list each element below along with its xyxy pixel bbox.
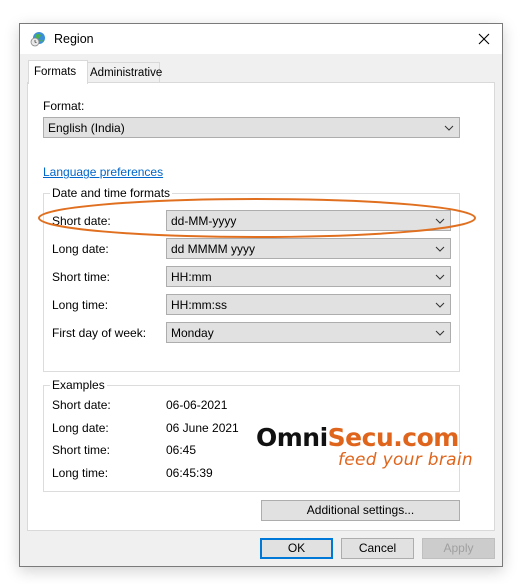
long-date-value: dd MMMM yyyy [171,242,255,256]
examples-title: Examples [50,378,107,392]
language-preferences-link[interactable]: Language preferences [43,165,163,179]
short-date-value: dd-MM-yyyy [171,214,237,228]
cancel-button[interactable]: Cancel [341,538,414,559]
short-date-label: Short date: [52,214,111,228]
first-day-of-week-value: Monday [171,326,214,340]
ok-button[interactable]: OK [260,538,333,559]
long-date-dropdown[interactable]: dd MMMM yyyy [166,238,451,259]
example-long-date-value: 06 June 2021 [166,421,239,435]
example-short-date-value: 06-06-2021 [166,398,228,412]
date-time-formats-title: Date and time formats [50,186,173,200]
long-time-dropdown[interactable]: HH:mm:ss [166,294,451,315]
chevron-down-icon [435,274,445,280]
chevron-down-icon [435,302,445,308]
example-long-time-value: 06:45:39 [166,466,213,480]
short-time-label: Short time: [52,270,111,284]
additional-settings-button[interactable]: Additional settings... [261,500,460,521]
long-time-value: HH:mm:ss [171,298,227,312]
chevron-down-icon [435,246,445,252]
date-time-formats-group: Date and time formats Short date: dd-MM-… [43,186,460,372]
apply-button[interactable]: Apply [422,538,495,559]
region-dialog: Region Formats Administrative Format: En… [19,23,503,567]
example-short-time-label: Short time: [52,443,111,457]
window-title: Region [54,32,94,46]
title-bar: Region [20,24,502,54]
close-icon [478,33,490,45]
example-short-date-label: Short date: [52,398,111,412]
long-date-label: Long date: [52,242,109,256]
format-value: English (India) [48,121,125,135]
short-time-dropdown[interactable]: HH:mm [166,266,451,287]
tab-formats[interactable]: Formats [28,60,88,84]
formats-panel: Format: English (India) Language prefere… [27,82,495,531]
examples-group: Examples Short date: 06-06-2021 Long dat… [43,378,460,492]
long-time-label: Long time: [52,298,109,312]
chevron-down-icon [444,125,454,131]
first-day-of-week-label: First day of week: [52,326,147,340]
globe-clock-icon [30,32,45,47]
example-long-time-label: Long time: [52,466,109,480]
example-short-time-value: 06:45 [166,443,197,457]
short-time-value: HH:mm [171,270,212,284]
tab-administrative[interactable]: Administrative [84,62,162,83]
chevron-down-icon [435,330,445,336]
format-dropdown[interactable]: English (India) [43,117,460,138]
format-label: Format: [43,99,85,113]
short-date-dropdown[interactable]: dd-MM-yyyy [166,210,451,231]
close-button[interactable] [466,24,502,54]
example-long-date-label: Long date: [52,421,109,435]
chevron-down-icon [435,218,445,224]
first-day-of-week-dropdown[interactable]: Monday [166,322,451,343]
